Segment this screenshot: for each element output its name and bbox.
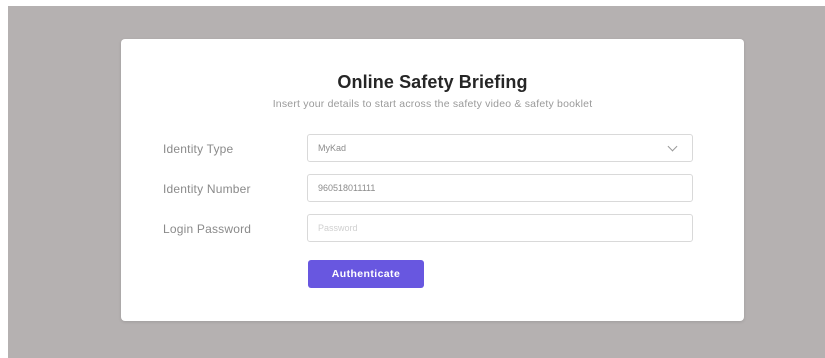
- login-card: Online Safety Briefing Insert your detai…: [121, 39, 744, 321]
- identity-type-value: MyKad: [318, 143, 347, 153]
- identity-number-label: Identity Number: [163, 182, 251, 196]
- identity-type-label: Identity Type: [163, 142, 234, 156]
- identity-type-select[interactable]: MyKad: [307, 134, 693, 162]
- page-title: Online Safety Briefing: [337, 72, 528, 92]
- page-subtitle: Insert your details to start across the …: [272, 98, 593, 110]
- authenticate-button[interactable]: Authenticate: [308, 260, 424, 288]
- identity-number-input[interactable]: [307, 174, 693, 202]
- login-password-label: Login Password: [163, 222, 252, 236]
- chevron-down-icon[interactable]: [667, 141, 678, 152]
- login-password-input[interactable]: [307, 214, 693, 242]
